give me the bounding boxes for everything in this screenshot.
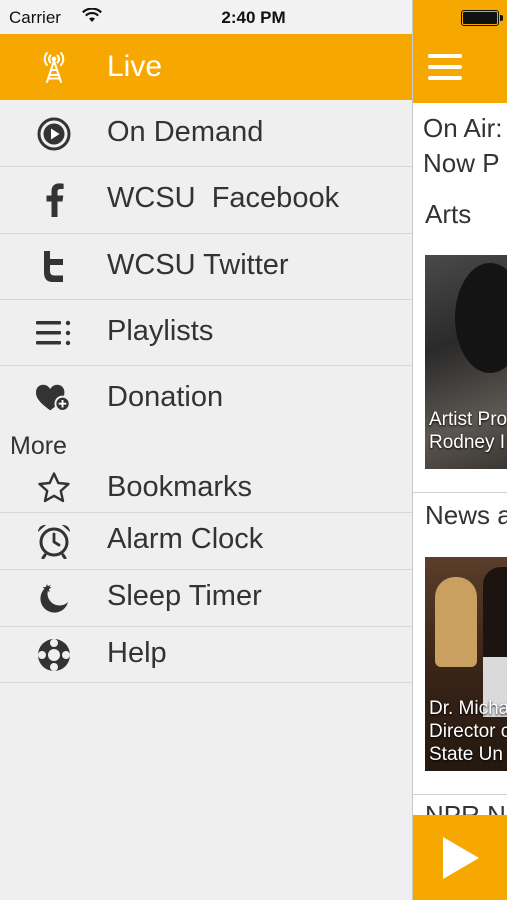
section-title-arts: Arts: [425, 199, 472, 229]
card-caption-line2: Director c: [429, 721, 507, 742]
section-divider: [413, 794, 507, 795]
now-playing-label: Now P: [423, 148, 500, 178]
menu-item-donation[interactable]: Donation: [0, 366, 412, 432]
section-title-news: News a: [425, 500, 507, 530]
menu-item-sleep-timer[interactable]: Sleep Timer: [0, 570, 412, 627]
menu-item-label: Help: [107, 637, 167, 669]
twitter-icon: [36, 249, 72, 285]
menu-item-playlists[interactable]: Playlists: [0, 300, 412, 366]
menu-item-label: Sleep Timer: [107, 580, 262, 612]
menu-item-twitter[interactable]: WCSU Twitter: [0, 234, 412, 300]
menu-item-live[interactable]: Live: [0, 34, 412, 100]
menu-item-label: Playlists: [107, 315, 214, 347]
arts-card[interactable]: Artist Pro Rodney I: [425, 255, 507, 469]
side-drawer: Live On Demand WCSU Facebook WCSU Twitte…: [0, 34, 412, 900]
more-section-header: More: [10, 432, 67, 460]
menu-item-label: Donation: [107, 381, 224, 413]
card-caption-line3: State Un: [429, 744, 503, 765]
menu-item-label: Bookmarks: [107, 471, 253, 503]
play-circle-icon: [36, 116, 72, 152]
menu-item-label: WCSU Facebook: [107, 182, 340, 214]
moon-star-icon: [36, 580, 72, 616]
on-air-label: On Air:: [423, 113, 503, 143]
menu-item-bookmarks[interactable]: Bookmarks: [0, 466, 412, 513]
heart-plus-icon: [36, 381, 72, 417]
card-caption-line2: Rodney I: [429, 432, 506, 453]
main-content-panel[interactable]: On Air: Now P Arts Artist Pro Rodney I N…: [412, 0, 507, 900]
menu-item-label: On Demand: [107, 116, 264, 148]
card-caption-line1: Dr. Micha: [429, 698, 507, 719]
battery-icon: [461, 10, 503, 26]
alarm-clock-icon: [36, 523, 72, 559]
menu-item-on-demand[interactable]: On Demand: [0, 100, 412, 167]
menu-item-facebook[interactable]: WCSU Facebook: [0, 167, 412, 234]
app-header: [413, 0, 507, 103]
star-icon: [36, 470, 72, 506]
menu-item-label: Live: [107, 50, 163, 83]
menu-item-alarm-clock[interactable]: Alarm Clock: [0, 513, 412, 570]
menu-item-help[interactable]: Help: [0, 627, 412, 683]
player-bar: [413, 815, 507, 900]
section-divider: [413, 492, 507, 493]
menu-item-label: Alarm Clock: [107, 523, 264, 555]
radio-tower-icon: [43, 52, 65, 83]
hamburger-menu-icon[interactable]: [428, 54, 462, 80]
play-icon[interactable]: [443, 837, 479, 879]
lifebuoy-icon: [36, 637, 72, 673]
menu-item-label: WCSU Twitter: [107, 249, 289, 281]
facebook-icon: [36, 182, 72, 218]
list-icon: [36, 315, 72, 351]
card-caption-line1: Artist Pro: [429, 409, 507, 430]
news-card[interactable]: Dr. Micha Director c State Un: [425, 557, 507, 771]
